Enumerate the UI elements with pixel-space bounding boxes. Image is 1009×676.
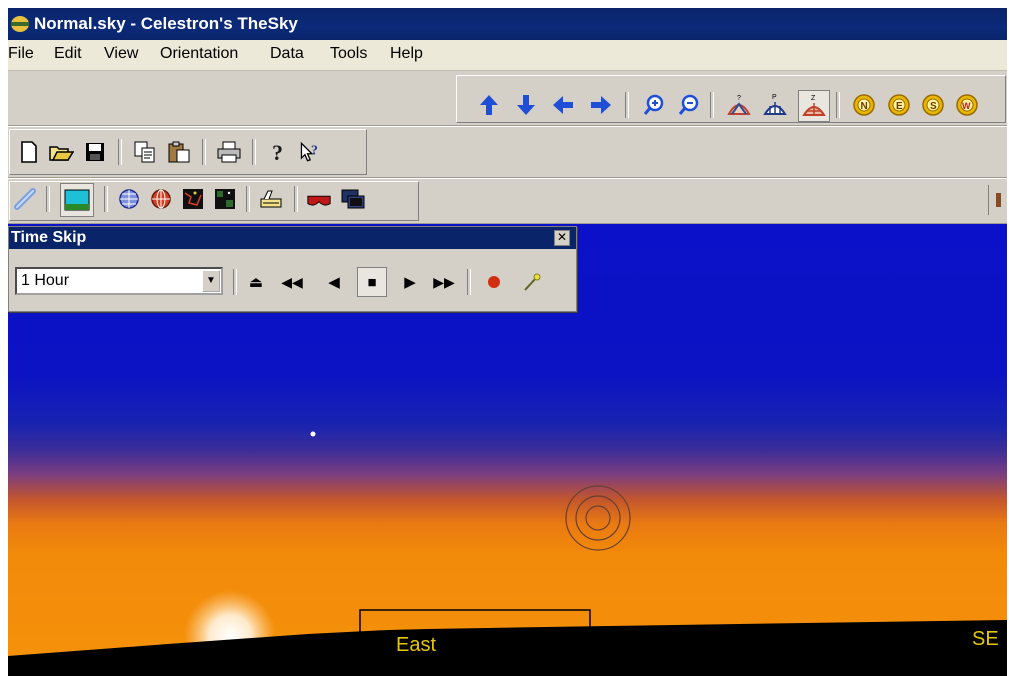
- globe-icon[interactable]: [148, 186, 174, 212]
- copy-icon[interactable]: [132, 139, 158, 165]
- fast-forward-icon[interactable]: ▶▶: [433, 271, 455, 293]
- print-icon[interactable]: [216, 139, 242, 165]
- zoom-out-icon[interactable]: [676, 92, 702, 118]
- menu-view[interactable]: View: [104, 45, 138, 63]
- menu-help[interactable]: Help: [390, 45, 423, 63]
- thesky-window: Normal.sky - Celestron's TheSky File Edi…: [8, 8, 1007, 676]
- star-chart-icon[interactable]: [212, 186, 238, 212]
- arrow-up-icon[interactable]: [476, 92, 502, 118]
- star[interactable]: [310, 431, 316, 437]
- glasses-icon[interactable]: [306, 186, 332, 212]
- svg-text:?: ?: [311, 143, 318, 158]
- zenith-view-icon[interactable]: Z: [798, 90, 830, 122]
- svg-text:Z: Z: [811, 95, 816, 102]
- step-back-icon[interactable]: ◀: [323, 271, 345, 293]
- window-title: Normal.sky - Celestron's TheSky: [34, 14, 298, 33]
- svg-text:S: S: [930, 101, 937, 112]
- svg-text:W: W: [962, 101, 971, 111]
- north-icon[interactable]: N: [851, 92, 877, 118]
- menu-data[interactable]: Data: [270, 45, 304, 63]
- zoom-in-icon[interactable]: [641, 92, 667, 118]
- menu-orientation[interactable]: Orientation: [160, 45, 238, 63]
- film-icon[interactable]: [340, 186, 366, 212]
- svg-text:P: P: [772, 94, 777, 101]
- horizon-view-icon[interactable]: ?: [726, 92, 752, 118]
- paste-icon[interactable]: [166, 139, 192, 165]
- new-file-icon[interactable]: [16, 139, 42, 165]
- context-help-icon[interactable]: ?: [298, 139, 324, 165]
- close-icon[interactable]: ✕: [554, 230, 570, 246]
- app-icon: [11, 16, 29, 32]
- time-interval-select[interactable]: 1 Hour ▼: [15, 267, 223, 295]
- constellation-map-icon[interactable]: [180, 186, 206, 212]
- time-skip-title-bar[interactable]: Time Skip ✕: [9, 227, 576, 249]
- eject-icon[interactable]: ⏏: [245, 271, 267, 293]
- fast-reverse-icon[interactable]: ◀◀: [281, 271, 303, 293]
- east-icon[interactable]: E: [886, 92, 912, 118]
- moon-target[interactable]: [565, 485, 631, 551]
- toolbar-overflow-icon[interactable]: [996, 193, 1001, 207]
- horizon-label-southeast: SE: [972, 628, 999, 650]
- time-skip-panel: Time Skip ✕ 1 Hour ▼ ⏏ ◀◀ ◀ ■ ▶ ▶▶: [8, 226, 577, 312]
- pole-view-icon[interactable]: P: [762, 92, 788, 118]
- chevron-down-icon[interactable]: ▼: [202, 270, 220, 292]
- link-icon[interactable]: [12, 186, 38, 212]
- horizon-ground: [8, 620, 1007, 676]
- menu-tools[interactable]: Tools: [330, 45, 367, 63]
- svg-text:E: E: [896, 101, 903, 112]
- south-icon[interactable]: S: [920, 92, 946, 118]
- open-folder-icon[interactable]: [48, 139, 74, 165]
- arrow-down-icon[interactable]: [513, 92, 539, 118]
- svg-text:?: ?: [737, 95, 741, 102]
- time-skip-title: Time Skip: [11, 229, 87, 246]
- wand-icon[interactable]: [521, 271, 543, 293]
- horizon-label-east: East: [396, 634, 437, 656]
- sky-display-icon[interactable]: [60, 183, 94, 217]
- arrow-left-icon[interactable]: [550, 92, 576, 118]
- title-bar[interactable]: Normal.sky - Celestron's TheSky: [8, 8, 1007, 40]
- record-icon[interactable]: [483, 271, 505, 293]
- telescope-pencil-icon[interactable]: [258, 186, 284, 212]
- arrow-right-icon[interactable]: [588, 92, 614, 118]
- west-icon[interactable]: W: [954, 92, 980, 118]
- menu-file[interactable]: File: [8, 45, 34, 63]
- step-forward-icon[interactable]: ▶: [399, 271, 421, 293]
- stop-icon[interactable]: ■: [357, 267, 387, 297]
- help-icon[interactable]: ?: [266, 139, 292, 165]
- svg-text:?: ?: [272, 140, 283, 165]
- svg-text:N: N: [861, 101, 868, 112]
- save-icon[interactable]: [82, 139, 108, 165]
- menu-bar: File Edit View Orientation Data Tools He…: [8, 40, 1007, 71]
- time-interval-value: 1 Hour: [21, 272, 70, 289]
- menu-edit[interactable]: Edit: [54, 45, 82, 63]
- grid-sphere-icon[interactable]: [116, 186, 142, 212]
